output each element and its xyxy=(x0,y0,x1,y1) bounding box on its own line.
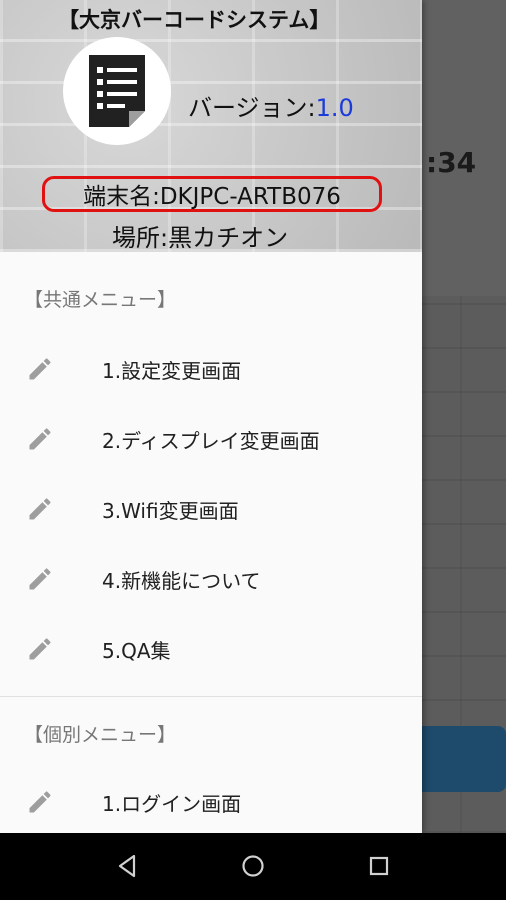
menu-item-label: 1.設定変更画面 xyxy=(102,358,242,383)
menu-item-login[interactable]: 1.ログイン画面 xyxy=(0,774,422,830)
back-icon[interactable] xyxy=(112,851,142,881)
version-label: バージョン: xyxy=(188,94,316,122)
menu-item-label: 5.QA集 xyxy=(102,638,171,663)
navigation-drawer: 【大京バーコードシステム】 バージョン:1.0 端末名:DKJPC-ARTB07… xyxy=(0,0,422,833)
terminal-name: 端末名:DKJPC-ARTB076 xyxy=(42,176,382,212)
pencil-icon xyxy=(29,428,51,450)
app-title: 【大京バーコードシステム】 xyxy=(58,8,331,32)
document-list-icon xyxy=(89,55,145,127)
menu-item-label: 2.ディスプレイ変更画面 xyxy=(102,428,320,453)
menu-item-qa[interactable]: 5.QA集 xyxy=(0,621,422,677)
menu-item-new-features[interactable]: 4.新機能について xyxy=(0,551,422,607)
app-logo xyxy=(63,37,171,145)
drawer-header: 【大京バーコードシステム】 バージョン:1.0 端末名:DKJPC-ARTB07… xyxy=(0,0,422,252)
menu-item-label: 1.ログイン画面 xyxy=(102,791,242,816)
pencil-icon xyxy=(29,568,51,590)
home-icon[interactable] xyxy=(238,851,268,881)
menu-item-display[interactable]: 2.ディスプレイ変更画面 xyxy=(0,411,422,467)
pencil-icon xyxy=(29,498,51,520)
menu-item-settings[interactable]: 1.設定変更画面 xyxy=(0,341,422,397)
background-button xyxy=(410,726,506,792)
version-number: 1.0 xyxy=(315,94,354,122)
individual-menu-title: 【個別メニュー】 xyxy=(24,724,177,746)
system-nav-bar xyxy=(0,833,506,900)
recents-icon[interactable] xyxy=(364,851,394,881)
menu-item-label: 3.Wifi変更画面 xyxy=(102,498,239,523)
background-time: :34 xyxy=(426,146,477,179)
version-info: バージョン:1.0 xyxy=(188,88,354,123)
menu-divider xyxy=(0,696,422,697)
pencil-icon xyxy=(29,638,51,660)
menu-item-wifi[interactable]: 3.Wifi変更画面 xyxy=(0,481,422,537)
pencil-icon xyxy=(29,358,51,380)
common-menu-title: 【共通メニュー】 xyxy=(24,289,177,311)
location-label: 場所:黒カチオン xyxy=(112,224,289,252)
menu-item-label: 4.新機能について xyxy=(102,568,261,593)
pencil-icon xyxy=(29,791,51,813)
